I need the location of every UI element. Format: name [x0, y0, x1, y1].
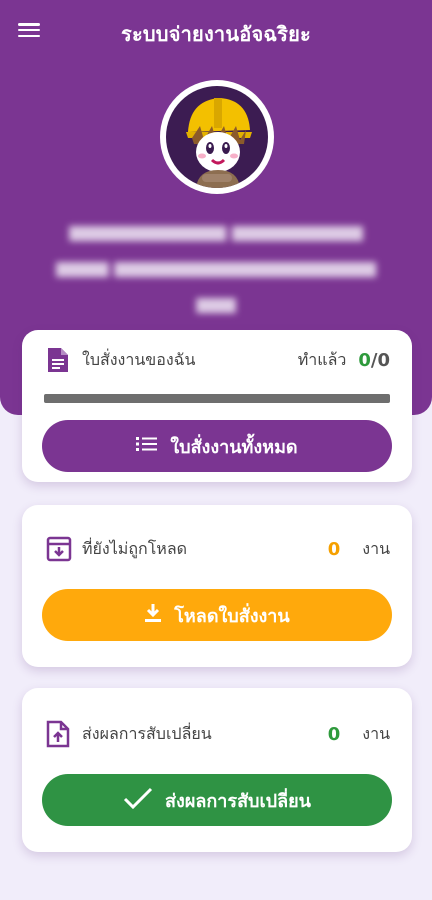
not-downloaded-card: ที่ยังไม่ถูกโหลด 0 งาน โหลดใบสั่งงาน — [22, 505, 412, 667]
app-title: ระบบจ่ายงานอัจฉริยะ — [121, 22, 311, 46]
upload-file-icon — [46, 719, 76, 749]
all-orders-button-label: ใบสั่งงานทั้งหมด — [170, 436, 298, 458]
done-count: 0 — [358, 349, 371, 371]
download-icon — [144, 603, 174, 628]
send-exchange-results-button-label: ส่งผลการสับเปลี่ยน — [165, 790, 311, 812]
not-downloaded-unit: งาน — [362, 538, 390, 558]
my-orders-card: ใบสั่งงานของฉัน ทำแล้ว 0 / 0 ใบสั่งงานทั… — [22, 330, 412, 482]
exchange-results-count: 0 — [327, 723, 341, 745]
exchange-results-unit: งาน — [362, 723, 390, 743]
total-count: 0 — [377, 349, 390, 371]
download-orders-button[interactable]: โหลดใบสั่งงาน — [42, 589, 392, 641]
orders-progress-fill — [44, 394, 390, 403]
not-downloaded-label: ที่ยังไม่ถูกโหลด — [82, 538, 188, 558]
archive-icon — [46, 534, 76, 564]
download-orders-button-label: โหลดใบสั่งงาน — [174, 605, 290, 627]
mascot-image — [166, 86, 268, 188]
check-icon — [123, 787, 165, 814]
avatar — [160, 80, 274, 194]
send-exchange-results-button[interactable]: ส่งผลการสับเปลี่ยน — [42, 774, 392, 826]
my-orders-label: ใบสั่งงานของฉัน — [82, 349, 196, 369]
count-separator: / — [370, 349, 378, 371]
list-icon — [136, 436, 170, 457]
exchange-results-label: ส่งผลการสับเปลี่ยน — [82, 723, 212, 743]
blurred-user-info-line-1: ▆▆▆▆▆▆▆▆▆▆▆▆ ▆▆▆▆▆▆▆▆▆▆ — [69, 222, 363, 242]
all-orders-button[interactable]: ใบสั่งงานทั้งหมด — [42, 420, 392, 472]
document-icon — [46, 345, 76, 375]
orders-progress-bar — [44, 394, 390, 403]
not-downloaded-count: 0 — [327, 538, 341, 560]
blurred-user-info-line-2: ▆▆▆▆ ▆▆▆▆▆▆▆▆▆▆▆▆▆▆▆▆▆▆▆▆ — [56, 258, 376, 278]
blurred-user-info-line-3: ▆▆▆ — [196, 294, 236, 314]
done-label: ทำแล้ว — [297, 349, 347, 369]
exchange-results-card: ส่งผลการสับเปลี่ยน 0 งาน ส่งผลการสับเปลี… — [22, 688, 412, 852]
